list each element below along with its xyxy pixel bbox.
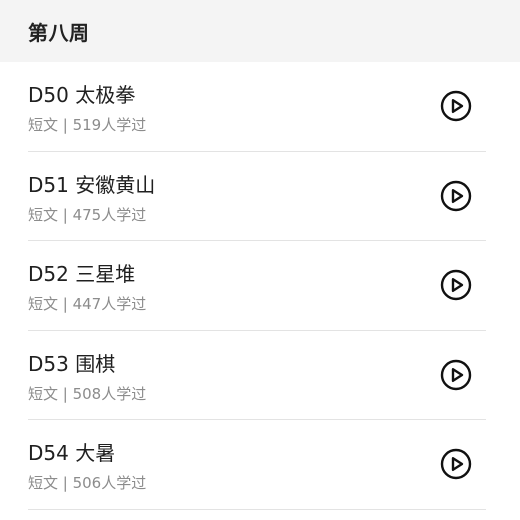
lesson-meta: 短文 | 475人学过 bbox=[28, 205, 147, 224]
lesson-item[interactable]: D54 大暑 短文 | 506人学过 bbox=[28, 420, 486, 510]
lesson-list: D50 太极拳 短文 | 519人学过 D51 安徽黄山 短文 | 475人学过… bbox=[0, 62, 520, 510]
lesson-title: D51 安徽黄山 bbox=[28, 172, 156, 197]
lesson-item[interactable]: D51 安徽黄山 短文 | 475人学过 bbox=[28, 152, 486, 241]
play-circle-icon[interactable] bbox=[440, 180, 472, 212]
play-circle-icon[interactable] bbox=[440, 269, 472, 301]
lesson-meta: 短文 | 508人学过 bbox=[28, 384, 147, 403]
week-header: 第八周 bbox=[0, 0, 520, 62]
lesson-title: D52 三星堆 bbox=[28, 262, 136, 286]
lesson-meta: 短文 | 519人学过 bbox=[28, 116, 147, 134]
lesson-meta: 短文 | 447人学过 bbox=[28, 295, 147, 313]
lesson-item[interactable]: D50 太极拳 短文 | 519人学过 bbox=[28, 62, 486, 152]
lesson-meta: 短文 | 506人学过 bbox=[28, 474, 147, 492]
play-circle-icon[interactable] bbox=[440, 448, 472, 480]
lesson-item[interactable]: D52 三星堆 短文 | 447人学过 bbox=[28, 241, 486, 331]
lesson-title: D54 大暑 bbox=[28, 441, 116, 465]
play-circle-icon[interactable] bbox=[440, 90, 472, 122]
page: 第八周 D50 太极拳 短文 | 519人学过 D51 安徽黄山 短文 | 47… bbox=[0, 0, 520, 520]
week-title: 第八周 bbox=[28, 20, 90, 45]
lesson-title: D53 围棋 bbox=[28, 351, 116, 376]
play-circle-icon[interactable] bbox=[440, 359, 472, 391]
lesson-item[interactable]: D53 围棋 短文 | 508人学过 bbox=[28, 331, 486, 420]
lesson-title: D50 太极拳 bbox=[28, 83, 136, 107]
